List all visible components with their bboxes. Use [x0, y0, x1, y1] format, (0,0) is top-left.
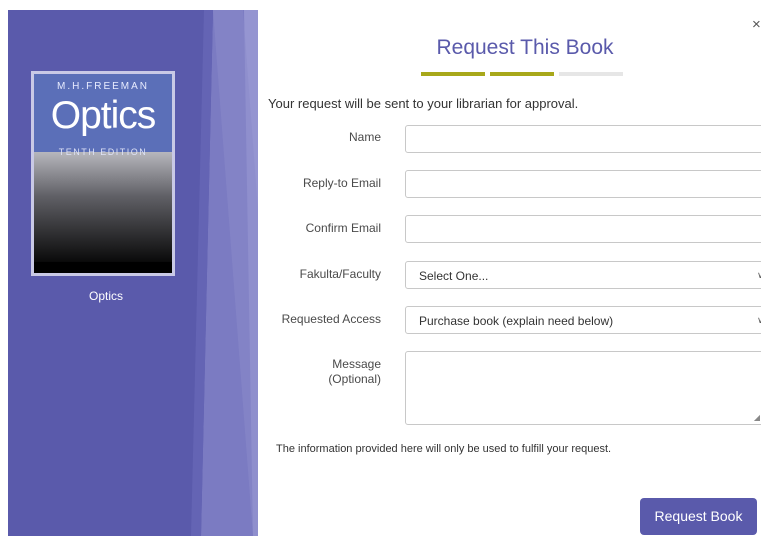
- reply-email-field[interactable]: [405, 170, 761, 198]
- confirm-email-field[interactable]: [405, 215, 761, 243]
- message-label-line1: Message: [332, 357, 381, 371]
- close-icon[interactable]: ×: [752, 16, 761, 33]
- cover-edition: TENTH EDITION: [58, 147, 148, 157]
- progress-step: [421, 72, 485, 76]
- chevron-down-icon: ∨: [757, 315, 761, 325]
- intro-text: Your request will be sent to your librar…: [268, 96, 579, 111]
- request-book-button[interactable]: Request Book: [640, 498, 757, 535]
- name-label: Name: [348, 130, 381, 144]
- resize-grip-icon[interactable]: ◢: [754, 413, 760, 422]
- faculty-select[interactable]: Select One... ∨: [405, 261, 761, 289]
- privacy-note: The information provided here will only …: [276, 443, 612, 455]
- progress-steps: [421, 72, 624, 76]
- book-cover-image: M.H.FREEMAN Optics TENTH EDITION: [31, 71, 175, 276]
- faculty-label: Fakulta/Faculty: [299, 267, 381, 281]
- cover-author: M.H.FREEMAN: [57, 81, 149, 92]
- dialog-title: Request This Book: [436, 36, 614, 59]
- message-label-line2: (Optional): [328, 372, 381, 386]
- cover-gradient: [34, 152, 172, 262]
- name-field[interactable]: [405, 125, 761, 153]
- progress-step: [490, 72, 554, 76]
- chevron-down-icon: ∨: [757, 270, 761, 280]
- book-title-caption: Optics: [88, 289, 123, 303]
- message-textarea[interactable]: ◢: [405, 351, 761, 425]
- message-label: Message (Optional): [270, 357, 381, 387]
- progress-step: [559, 72, 623, 76]
- confirm-email-label: Confirm Email: [305, 221, 381, 235]
- cover-title: Optics: [50, 94, 157, 137]
- access-select[interactable]: Purchase book (explain need below) ∨: [405, 306, 761, 334]
- access-label: Requested Access: [281, 312, 381, 326]
- access-selected-value: Purchase book (explain need below): [419, 314, 614, 328]
- reply-email-label: Reply-to Email: [302, 176, 381, 190]
- faculty-selected-value: Select One...: [419, 269, 489, 283]
- book-info-panel: M.H.FREEMAN Optics TENTH EDITION Optics: [8, 10, 258, 536]
